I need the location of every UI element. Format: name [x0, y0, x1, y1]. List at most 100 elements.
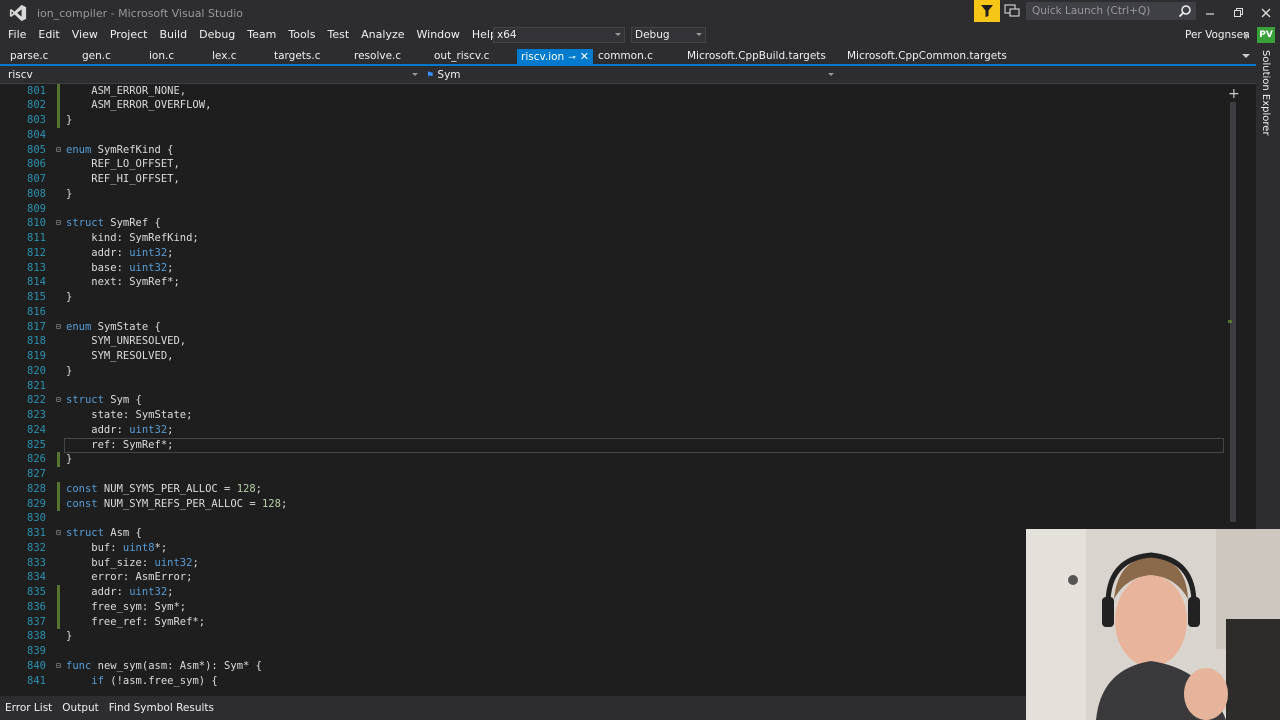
- code-line[interactable]: 811 kind: SymRefKind;: [0, 231, 1230, 246]
- visual-studio-logo-icon[interactable]: [0, 0, 36, 26]
- menu-file[interactable]: File: [0, 26, 32, 46]
- change-marker: [57, 98, 60, 113]
- tab-close-icon[interactable]: ✕: [580, 50, 589, 63]
- search-icon[interactable]: [1178, 4, 1192, 18]
- code-line[interactable]: 824 addr: uint32;: [0, 423, 1230, 438]
- fold-toggle-icon[interactable]: ⊟: [56, 526, 61, 541]
- chevron-down-icon: [696, 33, 702, 36]
- output-tab[interactable]: Output: [57, 702, 103, 714]
- line-number: 828: [27, 482, 46, 495]
- configuration-value: Debug: [635, 29, 670, 41]
- quick-launch-input[interactable]: Quick Launch (Ctrl+Q): [1026, 2, 1196, 20]
- code-line[interactable]: 823 state: SymState;: [0, 408, 1230, 423]
- code-text: error: AsmError;: [66, 571, 193, 584]
- code-line[interactable]: 829 const NUM_SYM_REFS_PER_ALLOC = 128;: [0, 496, 1230, 512]
- platform-select[interactable]: x64: [493, 27, 625, 43]
- fold-toggle-icon[interactable]: ⊟: [56, 143, 61, 158]
- error-list-tab[interactable]: Error List: [0, 702, 57, 714]
- change-marker: [57, 113, 60, 128]
- code-text: const NUM_SYM_REFS_PER_ALLOC = 128;: [66, 497, 288, 510]
- code-line[interactable]: 826}: [0, 452, 1230, 467]
- menu-window[interactable]: Window: [411, 26, 466, 46]
- code-line[interactable]: 809: [0, 202, 1230, 217]
- code-line[interactable]: 825 ref: SymRef*;: [0, 437, 1230, 453]
- scope-select[interactable]: riscv: [8, 67, 420, 83]
- menu-tools[interactable]: Tools: [282, 26, 321, 46]
- code-line[interactable]: 816: [0, 305, 1230, 320]
- line-number: 835: [27, 586, 46, 598]
- scrollbar-thumb[interactable]: [1230, 102, 1236, 522]
- find-symbol-results-tab[interactable]: Find Symbol Results: [104, 702, 219, 714]
- code-line[interactable]: 803}: [0, 113, 1230, 128]
- add-icon[interactable]: +: [1228, 86, 1240, 102]
- close-icon[interactable]: [1252, 0, 1280, 26]
- menu-analyze[interactable]: Analyze: [355, 26, 410, 46]
- solution-explorer-tab[interactable]: Solution Explorer: [1260, 50, 1271, 136]
- code-line[interactable]: 821: [0, 379, 1230, 394]
- code-line[interactable]: 812 addr: uint32;: [0, 246, 1230, 261]
- code-text: ASM_ERROR_NONE,: [66, 84, 187, 97]
- line-number: 830: [27, 512, 46, 525]
- minimize-icon[interactable]: [1196, 0, 1224, 26]
- code-line[interactable]: 815}: [0, 290, 1230, 305]
- line-number: 810: [27, 217, 46, 230]
- code-line[interactable]: 817 ⊟ enum SymState {: [0, 320, 1230, 335]
- code-line[interactable]: 807 REF_HI_OFFSET,: [0, 172, 1230, 187]
- code-line[interactable]: 810 ⊟ struct SymRef {: [0, 216, 1230, 231]
- code-line[interactable]: 830: [0, 511, 1230, 526]
- code-line[interactable]: 805 ⊟ enum SymRefKind {: [0, 143, 1230, 158]
- line-number: 818: [27, 335, 46, 348]
- member-select[interactable]: ⚑ Sym: [426, 67, 836, 83]
- code-line[interactable]: 802 ASM_ERROR_OVERFLOW,: [0, 98, 1230, 113]
- menu-view[interactable]: View: [66, 26, 104, 46]
- menu-build[interactable]: Build: [153, 26, 193, 46]
- chevron-down-icon[interactable]: ▼: [1243, 32, 1249, 41]
- menu-edit[interactable]: Edit: [32, 26, 65, 46]
- maximize-icon[interactable]: [1224, 0, 1252, 26]
- change-marker: [57, 452, 60, 467]
- code-text: }: [66, 364, 73, 377]
- pin-icon[interactable]: ⊸: [568, 53, 576, 63]
- filter-icon[interactable]: [974, 0, 1000, 22]
- menu-debug[interactable]: Debug: [193, 26, 241, 46]
- code-line[interactable]: 820}: [0, 364, 1230, 379]
- user-name[interactable]: Per Vognsen: [1185, 29, 1250, 41]
- code-line[interactable]: 828 const NUM_SYMS_PER_ALLOC = 128;: [0, 481, 1230, 497]
- fold-toggle-icon[interactable]: ⊟: [56, 320, 61, 335]
- code-line[interactable]: 804: [0, 128, 1230, 143]
- platform-value: x64: [497, 29, 517, 41]
- menu-project[interactable]: Project: [104, 26, 154, 46]
- code-text: enum SymRefKind {: [66, 143, 174, 156]
- line-number: 807: [27, 173, 46, 185]
- code-text: buf_size: uint32;: [66, 556, 199, 569]
- avatar[interactable]: PV: [1257, 27, 1275, 43]
- code-text: free_sym: Sym*;: [66, 600, 187, 613]
- struct-icon: ⚑: [426, 71, 435, 81]
- code-line[interactable]: 819 SYM_RESOLVED,: [0, 349, 1230, 364]
- code-text: }: [66, 187, 73, 200]
- line-number: 817: [27, 320, 46, 333]
- code-text: }: [66, 114, 73, 126]
- code-text: const NUM_SYMS_PER_ALLOC = 128;: [66, 482, 262, 495]
- code-text: kind: SymRefKind;: [66, 232, 199, 244]
- code-text: struct SymRef {: [66, 217, 161, 230]
- webcam-overlay: [1026, 529, 1280, 720]
- fold-toggle-icon[interactable]: ⊟: [56, 216, 61, 231]
- code-line[interactable]: 827: [0, 467, 1230, 482]
- fold-toggle-icon[interactable]: ⊟: [56, 393, 61, 408]
- configuration-select[interactable]: Debug: [631, 27, 706, 43]
- line-number: 839: [27, 645, 46, 657]
- code-line[interactable]: 806 REF_LO_OFFSET,: [0, 157, 1230, 172]
- code-text: }: [66, 630, 73, 643]
- code-line[interactable]: 822 ⊟ struct Sym {: [0, 393, 1230, 408]
- code-line[interactable]: 808}: [0, 187, 1230, 202]
- code-line[interactable]: 813 base: uint32;: [0, 261, 1230, 276]
- code-line[interactable]: 818 SYM_UNRESOLVED,: [0, 334, 1230, 349]
- tab-overflow-icon[interactable]: [1242, 54, 1250, 58]
- feedback-icon[interactable]: [1004, 4, 1022, 20]
- code-line[interactable]: 801 ASM_ERROR_NONE,: [0, 84, 1230, 99]
- menu-test[interactable]: Test: [321, 26, 355, 46]
- fold-toggle-icon[interactable]: ⊟: [56, 659, 61, 674]
- menu-team[interactable]: Team: [241, 26, 282, 46]
- code-line[interactable]: 814 next: SymRef*;: [0, 275, 1230, 290]
